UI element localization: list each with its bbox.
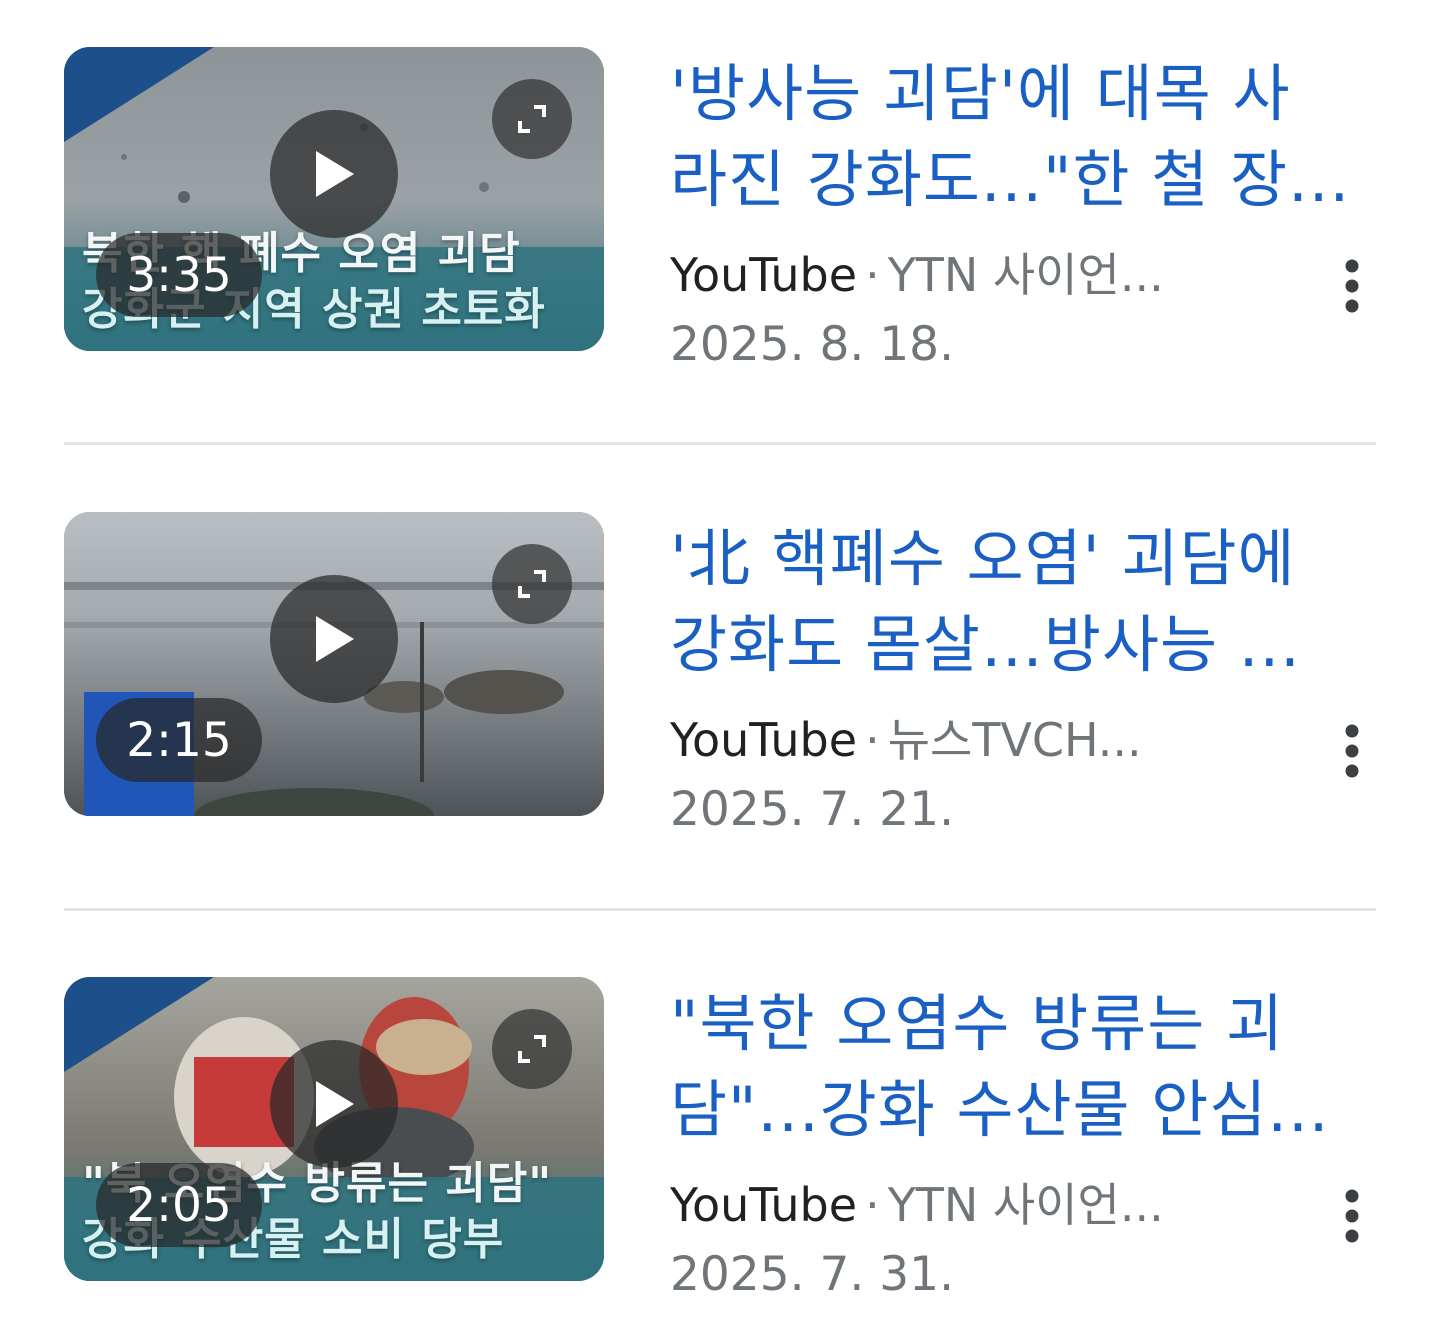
source-separator: ·	[865, 713, 880, 767]
source-separator: ·	[865, 248, 880, 302]
divider	[64, 908, 1376, 911]
video-title-link[interactable]: '방사능 괴담'에 대목 사 라진 강화도..."한 철 장...	[670, 51, 1370, 223]
more-vert-icon	[1345, 1189, 1359, 1243]
expand-button[interactable]	[492, 79, 572, 159]
video-title-link[interactable]: "북한 오염수 방류는 괴 담"...강화 수산물 안심...	[670, 981, 1370, 1153]
video-date: 2025. 7. 21.	[670, 782, 955, 837]
video-title-line2: 강화도 몸살…방사능 ...	[670, 608, 1301, 681]
video-source: YouTube · YTN 사이언...	[670, 1175, 1230, 1235]
source-name: YouTube	[670, 713, 858, 767]
video-date: 2025. 7. 31.	[670, 1247, 955, 1302]
divider	[64, 442, 1376, 445]
expand-button[interactable]	[492, 1009, 572, 1089]
more-vert-icon	[1345, 259, 1359, 313]
expand-icon	[518, 570, 546, 598]
more-options-button[interactable]	[1326, 253, 1378, 319]
video-thumbnail[interactable]: 2:15	[64, 512, 604, 816]
video-title-line2: 라진 강화도..."한 철 장...	[670, 143, 1351, 216]
video-title-line1: '北 핵폐수 오염' 괴담에	[670, 522, 1296, 595]
channel-name: YTN 사이언...	[887, 248, 1164, 302]
video-result-3[interactable]: "북 오염수 방류는 괴담" 강화 수산물 소비 당부 2:05 "북한 오염수…	[64, 977, 1378, 1302]
video-source: YouTube · 뉴스TVCH...	[670, 710, 1230, 770]
video-thumbnail[interactable]: 북한 핵 폐수 오염 괴담 강화군 지역 상권 초토화 3:35	[64, 47, 604, 351]
video-title-line1: '방사능 괴담'에 대목 사	[670, 57, 1291, 130]
play-button[interactable]	[270, 1040, 398, 1168]
more-vert-icon	[1345, 724, 1359, 778]
video-date: 2025. 8. 18.	[670, 317, 955, 372]
video-title-line2: 담"...강화 수산물 안심...	[670, 1073, 1330, 1146]
play-button[interactable]	[270, 110, 398, 238]
play-icon	[316, 1081, 354, 1127]
video-result-2[interactable]: 2:15 '北 핵폐수 오염' 괴담에 강화도 몸살…방사능 ... YouTu…	[64, 512, 1378, 837]
expand-icon	[518, 105, 546, 133]
video-result-1[interactable]: 북한 핵 폐수 오염 괴담 강화군 지역 상권 초토화 3:35 '방사능 괴담…	[64, 47, 1378, 372]
video-thumbnail[interactable]: "북 오염수 방류는 괴담" 강화 수산물 소비 당부 2:05	[64, 977, 604, 1281]
play-icon	[316, 616, 354, 662]
more-options-button[interactable]	[1326, 718, 1378, 784]
duration-badge: 2:05	[96, 1163, 262, 1247]
video-source: YouTube · YTN 사이언...	[670, 245, 1230, 305]
source-name: YouTube	[670, 1178, 858, 1232]
video-title-link[interactable]: '北 핵폐수 오염' 괴담에 강화도 몸살…방사능 ...	[670, 516, 1370, 688]
more-options-button[interactable]	[1326, 1183, 1378, 1249]
channel-name: 뉴스TVCH...	[887, 713, 1142, 767]
play-button[interactable]	[270, 575, 398, 703]
expand-icon	[518, 1035, 546, 1063]
source-name: YouTube	[670, 248, 858, 302]
source-separator: ·	[865, 1178, 880, 1232]
channel-name: YTN 사이언...	[887, 1178, 1164, 1232]
duration-badge: 2:15	[96, 698, 262, 782]
video-title-line1: "북한 오염수 방류는 괴	[670, 987, 1285, 1060]
duration-badge: 3:35	[96, 233, 262, 317]
expand-button[interactable]	[492, 544, 572, 624]
play-icon	[316, 151, 354, 197]
